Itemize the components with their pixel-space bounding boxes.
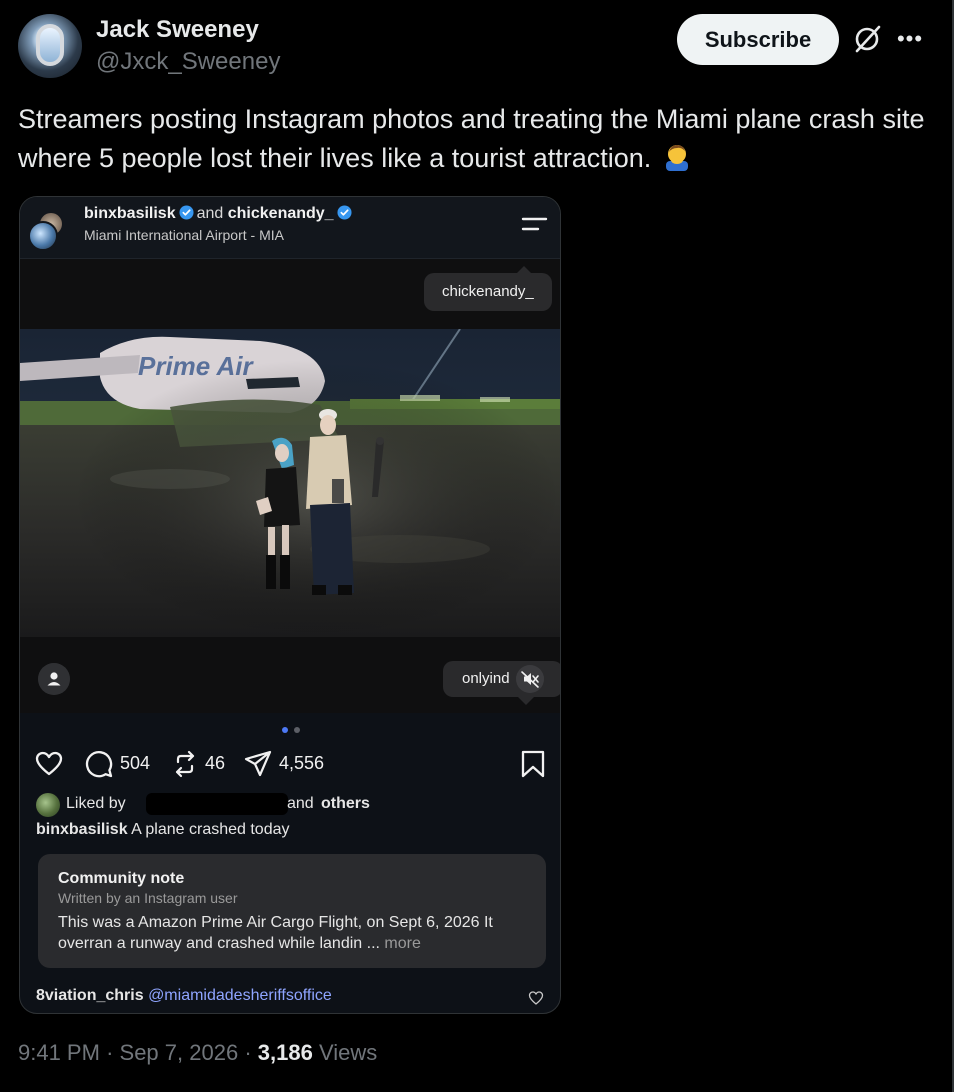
mute-icon[interactable] (516, 665, 544, 693)
ig-avatar-binxbasilisk (28, 221, 58, 251)
carousel-dot-active[interactable] (282, 727, 288, 733)
ig-user-1[interactable]: binxbasilisk (84, 205, 176, 222)
views-label: Views (318, 1040, 378, 1065)
community-note-title: Community note (58, 870, 185, 887)
caption-text: A plane crashed today (131, 821, 290, 838)
share-icon[interactable] (243, 749, 273, 779)
heart-icon[interactable] (34, 749, 64, 779)
ig-avatars[interactable] (28, 211, 68, 251)
author-handle[interactable]: @Jxck_Sweeney (96, 48, 280, 76)
liked-others[interactable]: others (321, 795, 370, 813)
user-icon[interactable] (38, 663, 70, 695)
community-note-body: This was a Amazon Prime Air Cargo Flight… (58, 912, 528, 954)
tweet-time[interactable]: 9:41 PM (18, 1040, 100, 1065)
shares-count[interactable]: 4,556 (279, 753, 324, 774)
bookmark-icon[interactable] (518, 749, 548, 779)
comment-user[interactable]: 8viation_chris (36, 987, 144, 1004)
menu-icon[interactable] (520, 213, 548, 237)
avatar-window-image (36, 24, 64, 66)
reposts-count[interactable]: 46 (205, 753, 225, 774)
crash-scene-image: Prime Air (20, 329, 560, 637)
comments-count[interactable]: 504 (120, 753, 150, 774)
repost-icon[interactable] (170, 749, 200, 779)
post-caption: binxbasilisk A plane crashed today (36, 821, 290, 839)
grok-icon[interactable] (852, 24, 882, 54)
subscribe-button[interactable]: Subscribe (677, 14, 839, 65)
liked-by-row[interactable]: Liked by and others (36, 793, 556, 817)
ig-user-2[interactable]: chickenandy_ (228, 205, 334, 222)
community-note-text: This was a Amazon Prime Air Cargo Flight… (58, 914, 493, 952)
author-avatar[interactable] (18, 14, 82, 78)
comment-mention[interactable]: @miamidadesheriffsoffice (148, 987, 332, 1004)
ig-action-bar: 504 46 4,556 (20, 745, 560, 781)
verified-icon (179, 205, 194, 220)
post-photo[interactable]: Prime Air (20, 329, 560, 637)
community-note-subtitle: Written by an Instagram user (58, 890, 238, 906)
meta-separator: · (106, 1040, 114, 1065)
views-count: 3,186 (257, 1040, 313, 1065)
ig-location[interactable]: Miami International Airport - MIA (84, 227, 284, 243)
liker-avatar (36, 793, 60, 817)
tweet-date[interactable]: Sep 7, 2026 (120, 1040, 239, 1065)
ig-collab-users: binxbasilisk and chickenandy_ (84, 205, 355, 223)
face-emoji (665, 145, 688, 171)
carousel-indicator (282, 727, 302, 735)
community-note[interactable]: Community note Written by an Instagram u… (38, 854, 546, 968)
tag-pointer (518, 697, 534, 705)
caption-user[interactable]: binxbasilisk (36, 821, 128, 838)
meta-separator: · (244, 1040, 252, 1065)
verified-icon (337, 205, 352, 220)
tweet-meta: 9:41 PM · Sep 7, 2026 · 3,186 Views (18, 1040, 377, 1066)
ig-header: binxbasilisk and chickenandy_ Miami Inter… (20, 197, 560, 259)
user-tag-top[interactable]: chickenandy_ (424, 266, 552, 311)
tweet-body: Streamers posting Instagram photos and t… (18, 104, 925, 173)
more-icon[interactable]: ••• (896, 26, 924, 52)
instagram-embed[interactable]: binxbasilisk and chickenandy_ Miami Inter… (19, 196, 561, 1014)
community-note-more[interactable]: more (384, 935, 420, 952)
ig-and-text: and (196, 205, 224, 222)
comment-icon[interactable] (84, 749, 114, 779)
tweet-text: Streamers posting Instagram photos and t… (18, 100, 938, 178)
author-name[interactable]: Jack Sweeney (96, 16, 259, 44)
liked-by-label: Liked by (66, 795, 126, 812)
comment-heart-icon[interactable] (528, 990, 544, 1006)
liked-and: and (287, 795, 314, 812)
top-comment: 8viation_chris @miamidadesheriffsoffice (36, 987, 332, 1005)
redacted-name (146, 793, 288, 815)
carousel-dot[interactable] (294, 727, 300, 733)
